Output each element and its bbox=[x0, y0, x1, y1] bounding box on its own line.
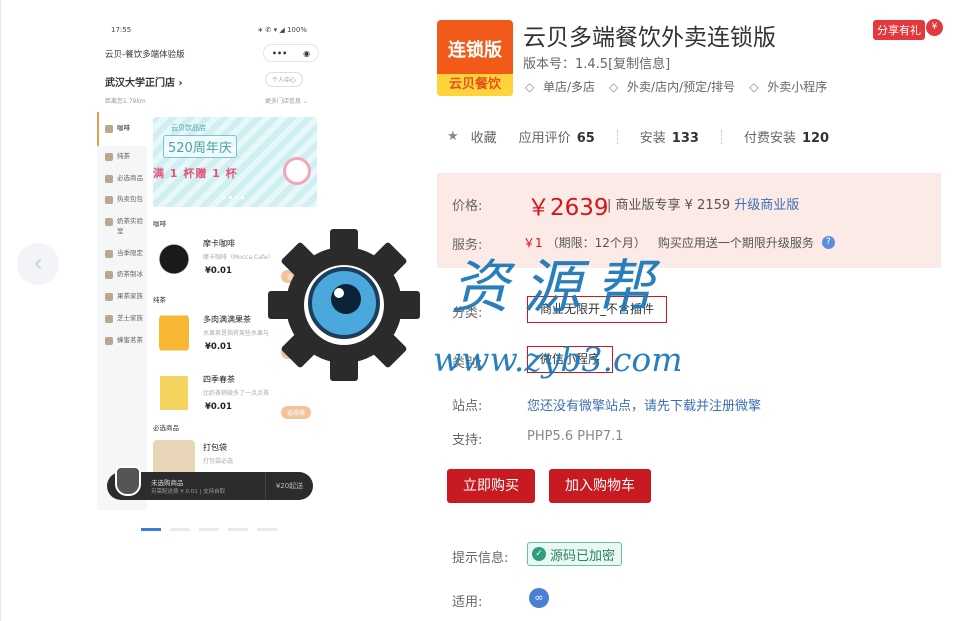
milk-tea-icon bbox=[105, 218, 113, 226]
phone-capsule: ••• ◉ bbox=[263, 44, 319, 62]
phone-distance: 距离您1.79km bbox=[105, 98, 146, 105]
coffee-image bbox=[153, 236, 195, 278]
price-value: ￥2639 bbox=[527, 195, 609, 221]
phone-side-item: 当季限定 bbox=[97, 243, 147, 265]
stats-bar: ★ 收藏 应用评价 65 安装 133 付费安装 120 bbox=[447, 127, 851, 146]
close-icon: ◉ bbox=[303, 48, 311, 58]
cup-icon bbox=[283, 157, 311, 185]
phone-side-item: 芝士家族 bbox=[97, 308, 147, 330]
version-info[interactable]: 版本号：1.4.5[复制信息] bbox=[523, 53, 670, 72]
share-button[interactable]: 分享有礼 bbox=[873, 20, 925, 40]
gift-icon[interactable]: ¥ bbox=[926, 19, 943, 36]
phone-side-item: 纯茶 bbox=[97, 146, 147, 168]
more-icon: ••• bbox=[271, 48, 288, 58]
favorite-button[interactable]: 收藏 bbox=[471, 127, 519, 146]
price-label: 价格: bbox=[452, 199, 483, 214]
apply-label: 适用: bbox=[452, 595, 483, 610]
support-value: PHP5.6 PHP7.1 bbox=[527, 429, 624, 444]
juice-image bbox=[159, 312, 189, 354]
goods-icon bbox=[105, 174, 113, 183]
phone-side-item: 咖啡 bbox=[97, 112, 147, 146]
phone-side-item: 奶茶实验室 bbox=[97, 211, 147, 243]
business-price: | 商业版专享 ¥ 2159 升级商业版 bbox=[607, 198, 800, 213]
tag-icon: ◇ bbox=[609, 79, 619, 94]
tea-image bbox=[160, 372, 188, 414]
tag-icon: ◇ bbox=[525, 79, 535, 94]
phone-side-item: 蜂蜜茗茶 bbox=[97, 330, 147, 352]
phone-more-stores: 更多门店信息 ⌄ bbox=[265, 98, 308, 105]
hint-label: 提示信息: bbox=[452, 551, 509, 566]
mini-program-icon: ∞ bbox=[529, 588, 549, 608]
encrypted-badge: ✓ 源码已加密 bbox=[527, 542, 623, 566]
phone-store-name: 武汉大学正门店 › bbox=[105, 78, 183, 89]
stat-paid-installs: 付费安装 120 bbox=[743, 131, 830, 146]
watermark-gear-icon bbox=[268, 229, 420, 381]
phone-side-item: 果茶家族 bbox=[97, 286, 147, 308]
tag-item[interactable]: ◇ 单店/多店 bbox=[525, 78, 595, 95]
upgrade-link[interactable]: 升级商业版 bbox=[734, 198, 799, 213]
gallery-page-dot[interactable] bbox=[141, 528, 161, 531]
watermark-text: 资源帮 bbox=[451, 253, 668, 321]
phone-cart-bar: 未选购商品 另需配送费 ¥ 0.01 | 支持自取 ¥20起送 bbox=[107, 466, 313, 500]
watermark-url: www.zyb3.com bbox=[433, 340, 683, 379]
phone-category-sidebar: 咖啡 纯茶 必选商品 热卖包包 奶茶实验室 当季限定 奶茶制冰 果茶家族 芝士家… bbox=[97, 112, 147, 510]
stat-reviews[interactable]: 应用评价 65 bbox=[519, 127, 617, 146]
phone-banner: 云贝饮品店 520周年庆 满 1 杯赠 1 杯 bbox=[153, 117, 317, 207]
phone-user-center: 个人中心 bbox=[265, 72, 304, 87]
add-to-cart-button[interactable]: 加入购物车 bbox=[549, 469, 651, 503]
bag-icon bbox=[105, 196, 113, 205]
divider bbox=[720, 129, 722, 144]
phone-side-item: 热卖包包 bbox=[97, 189, 147, 211]
phone-title: 云贝-餐饮多端体验版 bbox=[105, 50, 185, 60]
help-icon[interactable]: ? bbox=[821, 236, 835, 249]
support-label: 支持: bbox=[452, 433, 483, 448]
ice-icon bbox=[105, 271, 113, 280]
seasonal-icon bbox=[105, 249, 113, 258]
tag-item[interactable]: ◇ 外卖小程序 bbox=[749, 78, 827, 95]
site-label: 站点: bbox=[452, 399, 483, 414]
site-register-link[interactable]: 您还没有微擎站点，请先下载并注册微擎 bbox=[527, 395, 761, 414]
divider bbox=[616, 129, 618, 144]
cheese-icon bbox=[105, 314, 113, 323]
gallery-page-dot[interactable] bbox=[228, 528, 248, 531]
phone-side-item: 奶茶制冰 bbox=[97, 264, 147, 286]
gallery-page-dot[interactable] bbox=[257, 528, 277, 531]
chevron-left-icon: ‹ bbox=[33, 249, 43, 277]
gallery-prev-button[interactable]: ‹ bbox=[17, 243, 59, 285]
check-icon: ✓ bbox=[532, 547, 546, 561]
phone-category-title: 必选商品 bbox=[153, 424, 179, 432]
tag-list: ◇ 单店/多店 ◇ 外卖/店内/预定/排号 ◇ 外卖小程序 bbox=[525, 78, 827, 95]
phone-status-bar: 17:55 ∗ ✆ ▾ ◢ 100% bbox=[111, 26, 307, 34]
tag-item[interactable]: ◇ 外卖/店内/预定/排号 bbox=[609, 78, 735, 95]
cart-icon bbox=[115, 466, 141, 496]
buy-now-button[interactable]: 立即购买 bbox=[447, 469, 535, 503]
coffee-icon bbox=[105, 125, 113, 133]
app-logo: 连锁版 云贝餐饮 bbox=[437, 20, 513, 96]
stat-installs: 安装 133 bbox=[639, 131, 699, 146]
fruit-tea-icon bbox=[105, 293, 113, 301]
phone-side-item: 必选商品 bbox=[97, 168, 147, 190]
gallery-pagination bbox=[141, 528, 277, 531]
gallery-page-dot[interactable] bbox=[170, 528, 190, 531]
banner-dots bbox=[223, 196, 244, 199]
tag-icon: ◇ bbox=[749, 79, 759, 94]
honey-icon bbox=[105, 336, 113, 345]
gallery-page-dot[interactable] bbox=[199, 528, 219, 531]
page-title: 云贝多端餐饮外卖连锁版 bbox=[523, 25, 776, 51]
product-page: ‹ 17:55 ∗ ✆ ▾ ◢ 100% 云贝-餐饮多端体验版 ••• ◉ 武汉… bbox=[0, 0, 961, 621]
star-icon[interactable]: ★ bbox=[447, 129, 459, 144]
tea-icon bbox=[105, 152, 113, 161]
